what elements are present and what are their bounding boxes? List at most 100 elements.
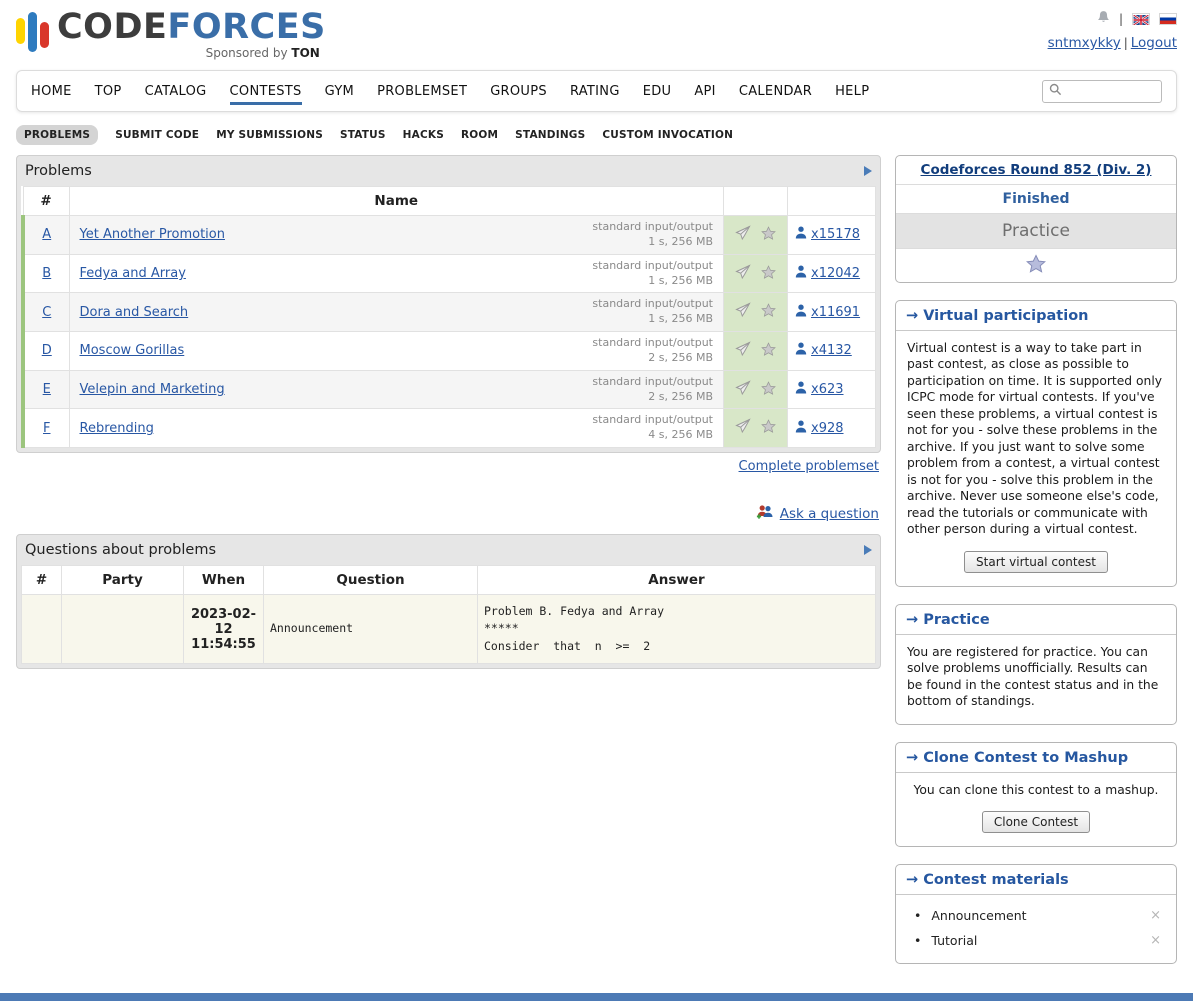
col-header-q-num: # [22,566,62,595]
problems-caption: Problems [25,163,92,179]
favorite-star-icon[interactable] [761,265,776,283]
tab-room[interactable]: ROOM [461,129,498,141]
content-area: Problems # Name A Yet Anothe [16,155,1177,981]
solved-count-link[interactable]: x15178 [795,226,868,243]
favorite-star-icon[interactable] [761,303,776,321]
problem-letter-link[interactable]: D [42,343,52,358]
question-when: 2023-02-12 11:54:55 [184,595,264,664]
favorite-star-icon[interactable] [1026,261,1046,277]
clone-contest-button[interactable]: Clone Contest [982,811,1090,833]
solved-count-link[interactable]: x11691 [795,304,868,321]
nav-item-contests[interactable]: CONTESTS [230,84,302,99]
nav-item-problemset[interactable]: PROBLEMSET [377,84,467,99]
problem-name-link[interactable]: Velepin and Marketing [80,382,225,397]
questions-caption: Questions about problems [25,542,216,558]
favorite-star-icon[interactable] [761,381,776,399]
problem-letter-link[interactable]: F [43,421,50,436]
paper-plane-icon[interactable] [735,302,751,322]
col-header-party: Party [62,566,184,595]
problem-letter-link[interactable]: E [43,382,51,397]
contest-mode: Practice [896,214,1176,249]
problem-row: A Yet Another Promotion standard input/o… [23,216,876,255]
favorite-star-icon[interactable] [761,226,776,244]
nav-item-help[interactable]: HELP [835,84,869,99]
favorite-star-icon[interactable] [761,419,776,437]
logout-link[interactable]: Logout [1131,35,1177,51]
nav-item-top[interactable]: TOP [95,84,122,99]
tab-status[interactable]: STATUS [340,129,386,141]
problem-name-link[interactable]: Moscow Gorillas [80,343,185,358]
tab-hacks[interactable]: HACKS [403,129,444,141]
contest-title-link[interactable]: Codeforces Round 852 (Div. 2) [921,162,1152,178]
problem-letter-link[interactable]: A [42,227,51,242]
ask-question-row: Ask a question [18,504,879,524]
question-text: Announcement [264,595,478,664]
start-virtual-contest-button[interactable]: Start virtual contest [964,551,1108,573]
user-icon [795,304,807,321]
question-row: 2023-02-12 11:54:55 Announcement Problem… [22,595,876,664]
col-header-actions [724,187,788,216]
nav-item-gym[interactable]: GYM [325,84,354,99]
col-header-answer: Answer [478,566,876,595]
nav-item-catalog[interactable]: CATALOG [145,84,207,99]
solved-count-link[interactable]: x623 [795,381,868,398]
solved-count-link[interactable]: x12042 [795,265,868,282]
nav-item-edu[interactable]: EDU [643,84,672,99]
logo-bars-icon [16,10,50,54]
paper-plane-icon[interactable] [735,225,751,245]
codeforces-logo[interactable]: CODEFORCES Sponsored by TON [16,10,326,60]
expand-arrow-icon[interactable] [864,545,872,555]
logo-text: CODEFORCES Sponsored by TON [57,10,326,60]
separator: | [1119,12,1123,26]
nav-item-api[interactable]: API [694,84,715,99]
col-header-question: Question [264,566,478,595]
questions-table-frame: Questions about problems # Party When Qu… [16,534,881,669]
problem-letter-link[interactable]: C [42,305,51,320]
paper-plane-icon[interactable] [735,341,751,361]
problem-row: E Velepin and Marketing standard input/o… [23,370,876,409]
nav-item-home[interactable]: HOME [31,84,72,99]
nav-item-calendar[interactable]: CALENDAR [739,84,812,99]
flag-en-icon[interactable] [1132,13,1150,25]
tab-submit-code[interactable]: SUBMIT CODE [115,129,199,141]
contest-materials-title: → Contest materials [896,865,1176,895]
problem-name-link[interactable]: Dora and Search [80,305,189,320]
virtual-participation-title: → Virtual participation [896,301,1176,331]
problem-letter-link[interactable]: B [42,266,51,281]
clone-contest-title: → Clone Contest to Mashup [896,743,1176,773]
bell-icon[interactable] [1097,10,1110,28]
logo-code: CODE [57,7,167,47]
solved-count-link[interactable]: x928 [795,420,868,437]
complete-problemset-link[interactable]: Complete problemset [739,459,879,474]
material-announcement-link[interactable]: Announcement [931,908,1026,923]
expand-arrow-icon[interactable] [864,166,872,176]
question-answer: Problem B. Fedya and Array ***** Conside… [478,595,876,664]
tab-standings[interactable]: STANDINGS [515,129,585,141]
tab-my-submissions[interactable]: MY SUBMISSIONS [216,129,323,141]
solved-count-link[interactable]: x4132 [795,342,868,359]
problem-name-link[interactable]: Yet Another Promotion [80,227,225,242]
col-header-name: Name [69,187,724,216]
close-icon[interactable]: × [1147,933,1164,948]
favorite-star-icon[interactable] [761,342,776,360]
nav-item-groups[interactable]: GROUPS [490,84,547,99]
complete-problemset-row: Complete problemset [16,453,881,474]
paper-plane-icon[interactable] [735,380,751,400]
search-input[interactable] [1067,84,1155,98]
problem-limits: standard input/output4 s, 256 MB [592,413,713,443]
page-header: CODEFORCES Sponsored by TON | sntmxykky|… [0,0,1193,64]
search-box[interactable] [1042,80,1162,103]
nav-item-rating[interactable]: RATING [570,84,620,99]
paper-plane-icon[interactable] [735,418,751,438]
flag-ru-icon[interactable] [1159,13,1177,25]
tab-custom-invocation[interactable]: CUSTOM INVOCATION [602,129,733,141]
problem-name-link[interactable]: Fedya and Array [80,266,186,281]
problem-name-link[interactable]: Rebrending [80,421,154,436]
paper-plane-icon[interactable] [735,264,751,284]
close-icon[interactable]: × [1147,908,1164,923]
tab-problems[interactable]: PROBLEMS [16,125,98,145]
problem-limits: standard input/output1 s, 256 MB [592,220,713,250]
user-handle-link[interactable]: sntmxykky [1048,35,1121,51]
material-tutorial-link[interactable]: Tutorial [931,933,977,948]
ask-question-link[interactable]: Ask a question [780,506,879,522]
